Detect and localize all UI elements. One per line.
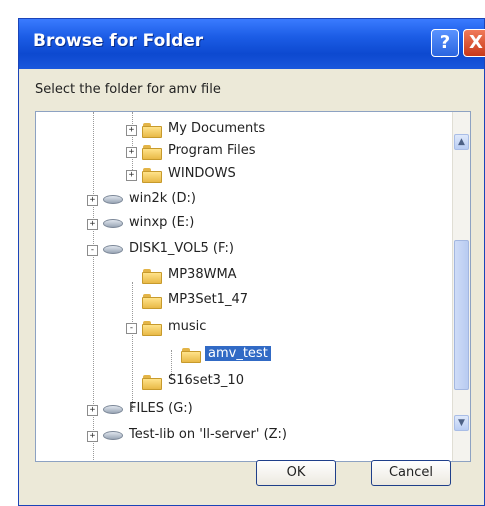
tree-item-label: FILES (G:) [129,401,193,416]
folder-icon [142,268,162,284]
expand-toggle[interactable]: + [87,431,98,442]
dialog-title: Browse for Folder [33,31,204,51]
vertical-scrollbar[interactable]: ▲ ▼ [452,112,470,461]
scroll-down-button[interactable]: ▼ [454,415,469,431]
title-bar: Browse for Folder ? X [19,19,485,69]
expand-toggle[interactable]: + [87,219,98,230]
drive-icon [103,195,123,204]
ok-button[interactable]: OK [256,460,336,486]
drive-icon [103,431,123,440]
drive-icon [103,219,123,228]
expand-toggle[interactable]: + [87,405,98,416]
scroll-thumb[interactable] [454,240,469,390]
cancel-button[interactable]: Cancel [371,460,451,486]
tree-connector-line [132,282,133,412]
folder-icon [142,293,162,309]
tree-item-label: win2k (D:) [129,191,196,206]
close-button[interactable]: X [463,29,485,57]
expand-toggle[interactable]: + [87,195,98,206]
tree-item-label: music [168,319,207,334]
expand-toggle[interactable]: + [126,125,137,136]
folder-icon [142,320,162,336]
tree-item-label: MP3Set1_47 [168,292,248,307]
tree-item-label: winxp (E:) [129,215,195,230]
collapse-toggle[interactable]: - [126,323,137,334]
drive-icon [103,245,123,254]
folder-icon [142,144,162,160]
expand-toggle[interactable]: + [126,170,137,181]
help-button[interactable]: ? [431,29,459,57]
scroll-up-button[interactable]: ▲ [454,134,469,150]
folder-icon [142,167,162,183]
folder-icon [142,374,162,390]
folder-icon [181,347,201,363]
tree-item-label: Test-lib on 'll-server' (Z:) [129,427,287,442]
browse-folder-dialog: Browse for Folder ? X Select the folder … [18,18,485,506]
tree-item-label: MP38WMA [168,267,237,282]
tree-item-label: Program Files [168,143,256,158]
folder-tree[interactable]: + My Documents + Program Files + WINDOWS… [35,111,471,462]
collapse-toggle[interactable]: - [87,245,98,256]
instruction-text: Select the folder for amv file [35,82,221,97]
tree-item-label-selected: amv_test [205,346,271,361]
tree-item-label: My Documents [168,121,266,136]
expand-toggle[interactable]: + [126,147,137,158]
folder-icon [142,122,162,138]
tree-item-label: S16set3_10 [168,373,244,388]
drive-icon [103,405,123,414]
tree-item-label: WINDOWS [168,166,236,181]
tree-item-label: DISK1_VOL5 (F:) [129,241,234,256]
